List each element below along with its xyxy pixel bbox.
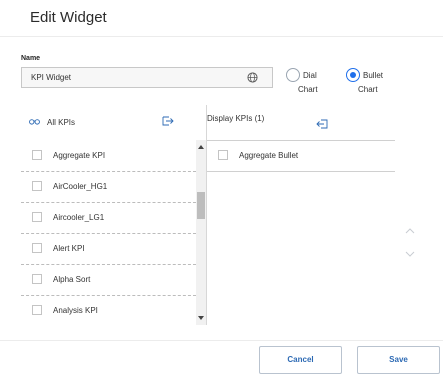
radio-dial-label-2[interactable]: Chart [298,84,318,95]
radio-dial-circle[interactable] [286,68,300,82]
list-item-label: Aggregate Bullet [239,151,299,160]
scroll-down-arrow-icon[interactable] [198,316,204,320]
header-divider [0,36,443,37]
list-item-checkbox[interactable] [32,305,42,315]
chevron-down-icon[interactable] [405,251,415,258]
list-item-label: AirCooler_HG1 [53,182,108,191]
list-item[interactable]: Alpha Sort [21,264,196,296]
right-pane-title: Display KPIs (1) [207,114,265,123]
globe-icon[interactable] [247,72,258,83]
list-item[interactable]: Aircooler_LG1 [21,202,196,234]
all-kpis-list: Aggregate KPI AirCooler_HG1 Aircooler_LG… [21,140,196,325]
radio-bullet-circle[interactable] [346,68,360,82]
list-item[interactable]: Alert KPI [21,233,196,265]
list-item-label: Aggregate KPI [53,151,106,160]
list-item[interactable]: Analysis KPI [21,295,196,325]
arrow-left-icon[interactable] [316,119,328,129]
list-item-checkbox[interactable] [32,243,42,253]
list-scrollbar[interactable] [196,140,206,325]
list-item-label: Alpha Sort [53,275,91,284]
scroll-thumb[interactable] [197,192,205,219]
left-pane-header: All KPIs [21,105,206,140]
pane-divider [206,105,207,325]
radio-bullet-label-2[interactable]: Chart [358,84,378,95]
display-kpi-row[interactable]: Aggregate Bullet [207,140,395,172]
left-pane-title: All KPIs [47,118,76,127]
right-pane-header: Display KPIs (1) [207,105,395,141]
arrow-right-icon[interactable] [162,116,174,126]
list-item-checkbox[interactable] [218,150,228,160]
binoculars-icon[interactable] [29,117,40,125]
list-item-checkbox[interactable] [32,181,42,191]
footer-divider [0,340,443,341]
chevron-up-icon[interactable] [405,227,415,234]
list-item-label: Alert KPI [53,244,85,253]
radio-dial-label[interactable]: Dial [303,70,317,81]
cancel-button[interactable]: Cancel [259,346,342,374]
list-item-checkbox[interactable] [32,150,42,160]
dialog-title: Edit Widget [30,9,107,26]
name-input-value[interactable]: KPI Widget [31,73,71,82]
scroll-up-arrow-icon[interactable] [198,145,204,149]
list-item-label: Analysis KPI [53,306,98,315]
list-item[interactable]: Aggregate KPI [21,140,196,172]
kpi-panes: All KPIs Display KPIs (1) Aggregate KPI … [21,105,395,325]
save-button[interactable]: Save [357,346,440,374]
list-item-checkbox[interactable] [32,212,42,222]
name-input[interactable]: KPI Widget [21,67,273,88]
radio-bullet-label[interactable]: Bullet [363,70,383,81]
list-item-checkbox[interactable] [32,274,42,284]
list-item-label: Aircooler_LG1 [53,213,105,222]
list-item[interactable]: AirCooler_HG1 [21,171,196,203]
name-label: Name [21,55,41,62]
